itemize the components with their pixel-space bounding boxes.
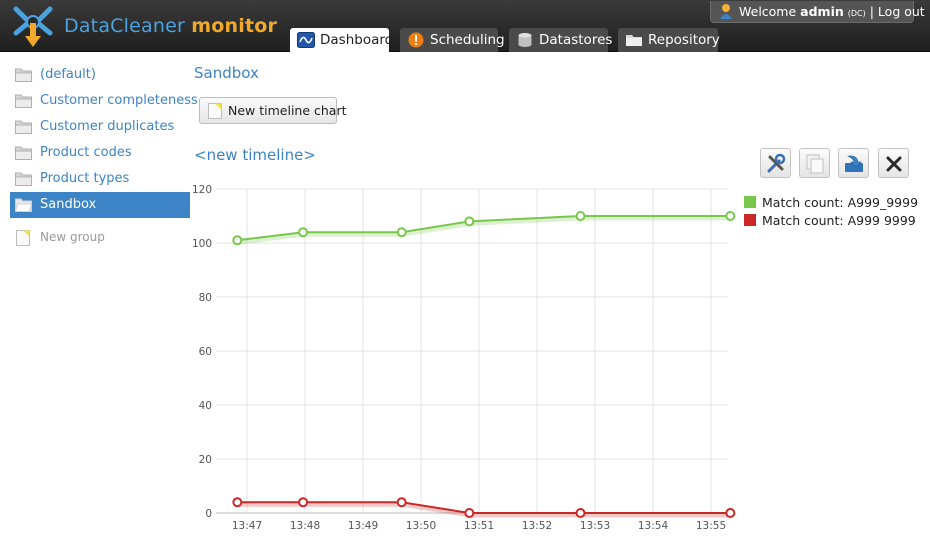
folder-icon bbox=[15, 94, 32, 108]
folder-open-icon bbox=[15, 198, 32, 212]
user-icon bbox=[720, 4, 732, 19]
folder-icon bbox=[15, 68, 32, 82]
timeline-title[interactable]: <new timeline> bbox=[194, 146, 316, 164]
y-tick-label: 80 bbox=[199, 292, 212, 304]
sidebar-item-customer-completeness[interactable]: Customer completeness bbox=[10, 88, 198, 114]
copy-icon bbox=[806, 154, 824, 174]
tab-label: Repository bbox=[648, 32, 720, 48]
tenant-label: (DC) bbox=[847, 9, 866, 18]
sidebar-item-customer-duplicates[interactable]: Customer duplicates bbox=[10, 114, 190, 140]
data-point bbox=[298, 497, 309, 508]
close-chart-button[interactable] bbox=[878, 148, 909, 178]
x-tick-label: 13:52 bbox=[522, 520, 552, 530]
new-timeline-chart-label: New timeline chart bbox=[228, 103, 347, 118]
close-icon bbox=[886, 156, 902, 172]
legend-label: Match count: A999 9999 bbox=[762, 213, 916, 228]
customize-icon bbox=[767, 153, 786, 173]
data-point bbox=[464, 508, 475, 518]
x-tick-label: 13:54 bbox=[638, 520, 669, 530]
y-tick-label: 100 bbox=[192, 238, 212, 250]
chart-legend: Match count: A999_9999 Match count: A999… bbox=[744, 194, 918, 230]
new-group-button[interactable]: New group bbox=[10, 224, 190, 250]
folder-icon bbox=[15, 172, 32, 186]
sidebar-item-sandbox[interactable]: Sandbox bbox=[10, 192, 190, 218]
data-point bbox=[298, 227, 309, 238]
welcome-text: Welcome bbox=[739, 4, 797, 19]
y-tick-label: 40 bbox=[199, 400, 212, 412]
legend-label: Match count: A999_9999 bbox=[762, 195, 919, 210]
x-tick-label: 13:48 bbox=[290, 520, 320, 530]
y-tick-label: 120 bbox=[192, 184, 212, 196]
app-header: DataCleaner monitor Welcome admin (DC) |… bbox=[0, 0, 930, 53]
page-title: Sandbox bbox=[194, 64, 259, 82]
legend-item-a999_9999: Match count: A999_9999 bbox=[744, 194, 918, 212]
x-tick-label: 13:51 bbox=[464, 520, 494, 530]
tab-label: Dashboard bbox=[320, 32, 394, 48]
data-point bbox=[396, 227, 407, 238]
x-tick-label: 13:50 bbox=[406, 520, 436, 530]
x-tick-label: 13:53 bbox=[580, 520, 610, 530]
app-name-part2: monitor bbox=[191, 15, 278, 37]
x-tick-label: 13:47 bbox=[232, 520, 262, 530]
data-point bbox=[725, 211, 736, 221]
tab-label: Datastores bbox=[539, 32, 613, 48]
username: admin bbox=[800, 4, 844, 19]
sidebar-item-product-types[interactable]: Product types bbox=[10, 166, 190, 192]
folder-icon bbox=[626, 35, 642, 46]
sidebar-item-label: (default) bbox=[40, 67, 96, 82]
new-timeline-chart-button[interactable]: New timeline chart bbox=[199, 97, 347, 124]
legend-swatch-green bbox=[744, 196, 756, 208]
timeline-icon bbox=[297, 32, 315, 48]
y-tick-label: 0 bbox=[205, 508, 212, 520]
data-point bbox=[232, 235, 243, 246]
sidebar-item-label: Sandbox bbox=[40, 197, 97, 212]
sidebar-item-label: Customer duplicates bbox=[40, 119, 175, 134]
data-point bbox=[575, 211, 586, 221]
folder-icon bbox=[15, 120, 32, 134]
datacleaner-logo-icon bbox=[13, 6, 53, 47]
sidebar-item-default[interactable]: (default) bbox=[10, 62, 190, 88]
tab-repository[interactable]: Repository bbox=[618, 28, 720, 52]
x-tick-label: 13:55 bbox=[696, 520, 726, 530]
save-icon bbox=[845, 155, 863, 172]
database-icon bbox=[518, 33, 532, 47]
customize-button[interactable] bbox=[760, 148, 791, 178]
app-name: DataCleaner monitor bbox=[64, 15, 277, 37]
user-separator: | bbox=[865, 4, 878, 19]
tab-label: Scheduling bbox=[430, 32, 505, 48]
data-point bbox=[575, 508, 586, 518]
data-point bbox=[464, 216, 475, 227]
timeline-chart: 0 20 40 60 80 100 120 13:47 13:48 13:49 13:50 13:51… bbox=[192, 184, 736, 530]
data-point bbox=[396, 497, 407, 508]
sidebar-item-label: Product codes bbox=[40, 145, 132, 160]
new-document-icon bbox=[208, 103, 222, 119]
new-group-label: New group bbox=[40, 230, 105, 244]
y-tick-label: 20 bbox=[199, 454, 212, 466]
logout-link[interactable]: Log out bbox=[878, 4, 925, 19]
x-tick-label: 13:49 bbox=[348, 520, 378, 530]
new-document-icon bbox=[16, 230, 30, 246]
sidebar-item-product-codes[interactable]: Product codes bbox=[10, 140, 190, 166]
save-button[interactable] bbox=[838, 148, 869, 178]
legend-swatch-red bbox=[744, 214, 756, 226]
sidebar: (default) Customer completeness Customer… bbox=[10, 62, 198, 250]
user-box: Welcome admin (DC) | Log out bbox=[710, 1, 925, 23]
data-point bbox=[232, 497, 243, 508]
folder-icon bbox=[15, 146, 32, 160]
app-name-part1: DataCleaner bbox=[64, 15, 185, 37]
copy-button[interactable] bbox=[799, 148, 830, 178]
legend-item-a999-9999: Match count: A999 9999 bbox=[744, 212, 918, 230]
tab-scheduling[interactable]: Scheduling bbox=[400, 28, 505, 52]
tab-datastores[interactable]: Datastores bbox=[509, 28, 612, 52]
warning-icon bbox=[408, 32, 424, 48]
tab-dashboard[interactable]: Dashboard bbox=[290, 28, 393, 53]
y-tick-label: 60 bbox=[199, 346, 212, 358]
sidebar-item-label: Customer completeness bbox=[40, 93, 198, 108]
data-point bbox=[725, 508, 736, 518]
sidebar-item-label: Product types bbox=[40, 171, 130, 186]
